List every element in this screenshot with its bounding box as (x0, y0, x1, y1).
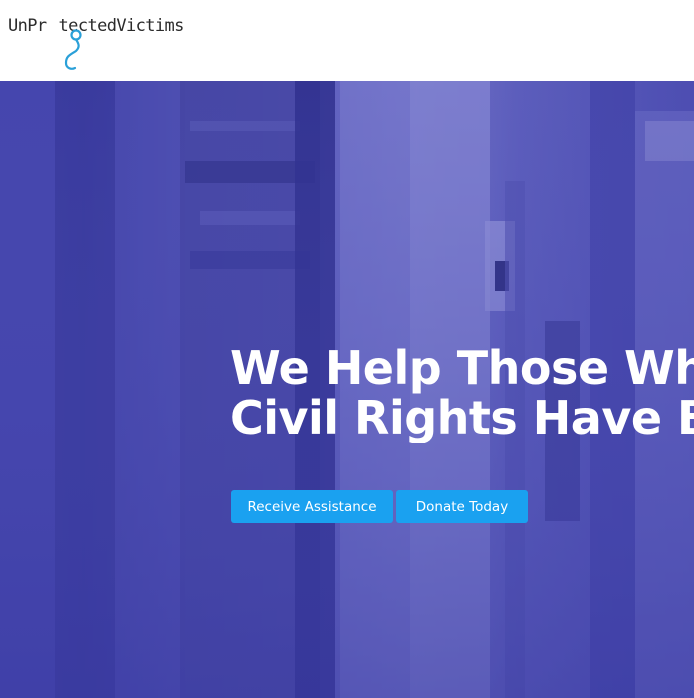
stethoscope-icon (64, 29, 82, 70)
site-header: UnPr tectedVictims (0, 0, 694, 81)
hero-headline: We Help Those Wh Civil Rights Have B (230, 343, 694, 443)
site-logo[interactable]: UnPr tectedVictims (8, 14, 248, 70)
donate-today-button[interactable]: Donate Today (396, 490, 528, 523)
receive-assistance-button[interactable]: Receive Assistance (231, 490, 393, 523)
hero-headline-line-1: We Help Those Wh (230, 343, 694, 395)
hero-section: We Help Those Wh Civil Rights Have B Rec… (0, 81, 694, 698)
hero-headline-line-2: Civil Rights Have B (230, 391, 694, 443)
logo-wordmark: UnPr tectedVictims (8, 16, 184, 36)
logo-text-before: UnPr (8, 16, 47, 36)
